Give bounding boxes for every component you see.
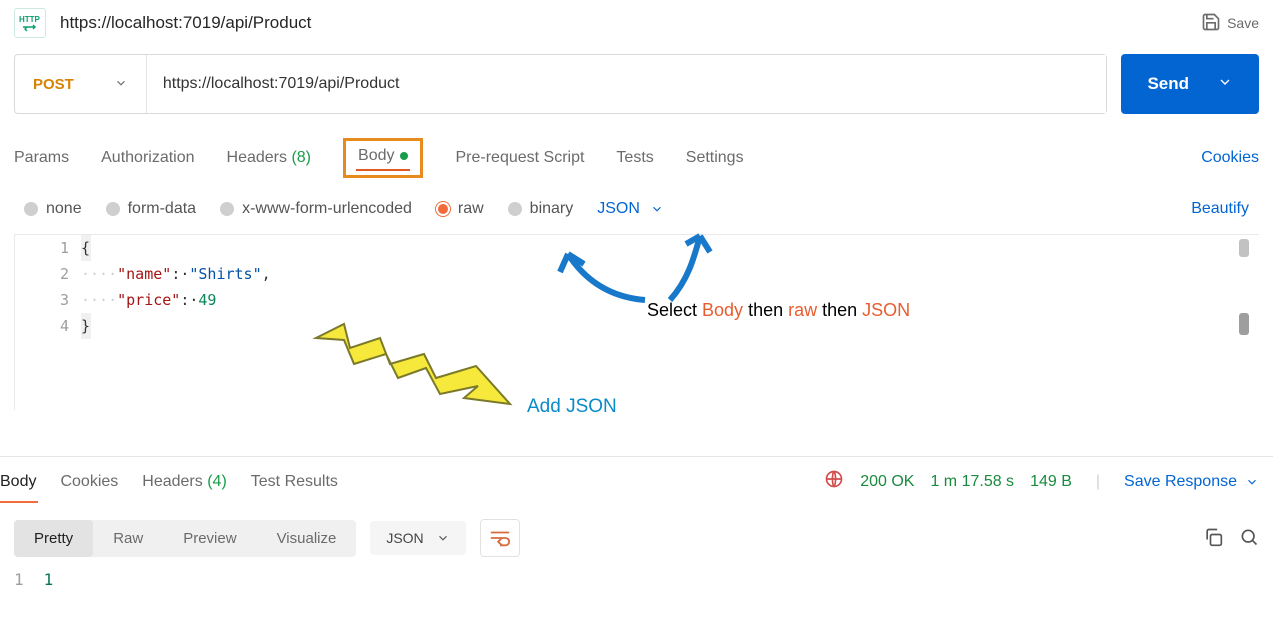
body-type-formdata[interactable]: form-data — [106, 200, 196, 218]
save-button[interactable]: Save — [1201, 12, 1259, 35]
tab-params[interactable]: Params — [14, 149, 69, 167]
chevron-down-icon — [436, 531, 450, 545]
body-lang-select[interactable]: JSON — [597, 200, 664, 218]
response-tab-body[interactable]: Body — [0, 473, 36, 491]
gutter-line: 2 — [15, 261, 81, 287]
scrollbar-thumb[interactable] — [1239, 239, 1249, 257]
response-headers-count: (4) — [207, 473, 227, 490]
view-tab-preview[interactable]: Preview — [163, 520, 256, 557]
headers-count: (8) — [291, 149, 311, 166]
http-method-label: POST — [33, 76, 74, 93]
http-method-select[interactable]: POST — [15, 55, 147, 113]
response-value: 1 — [44, 570, 54, 589]
view-tab-visualize[interactable]: Visualize — [257, 520, 357, 557]
gutter-line: 3 — [15, 287, 81, 313]
svg-text:HTTP: HTTP — [19, 15, 41, 24]
scrollbar-thumb[interactable] — [1239, 313, 1249, 335]
annotation-select-text: Select Body then raw then JSON — [647, 300, 910, 321]
response-tab-tests[interactable]: Test Results — [251, 473, 338, 491]
response-time: 1 m 17.58 s — [930, 473, 1014, 491]
send-button[interactable]: Send — [1121, 54, 1259, 114]
tab-authorization[interactable]: Authorization — [101, 149, 194, 167]
http-method-icon: HTTP — [14, 8, 46, 38]
tab-settings[interactable]: Settings — [686, 149, 744, 167]
view-tab-raw[interactable]: Raw — [93, 520, 163, 557]
gutter-line: 4 — [15, 313, 81, 339]
chevron-down-icon — [1245, 475, 1259, 489]
gutter-line: 1 — [15, 235, 81, 261]
body-type-xwww[interactable]: x-www-form-urlencoded — [220, 200, 412, 218]
response-view-tabs: Pretty Raw Preview Visualize — [14, 520, 356, 557]
tab-body-label: Body — [358, 147, 394, 165]
body-type-none[interactable]: none — [24, 200, 82, 218]
wrap-lines-button[interactable] — [480, 519, 520, 557]
tab-body[interactable]: Body — [343, 138, 423, 178]
annotation-add-json: Add JSON — [527, 396, 617, 418]
chevron-down-icon — [114, 76, 128, 93]
search-response-icon[interactable] — [1239, 527, 1259, 550]
response-tab-headers[interactable]: Headers (4) — [142, 473, 227, 491]
request-tab-title: https://localhost:7019/api/Product — [60, 13, 311, 33]
chevron-down-icon — [650, 202, 664, 216]
tab-headers-label: Headers — [227, 149, 287, 166]
tab-prerequest[interactable]: Pre-request Script — [455, 149, 584, 167]
network-globe-icon[interactable] — [824, 469, 844, 494]
body-type-raw[interactable]: raw — [436, 200, 484, 218]
save-label: Save — [1227, 15, 1259, 31]
body-type-binary[interactable]: binary — [508, 200, 574, 218]
request-body-editor[interactable]: 1 { 2 ····"name":·"Shirts", 3 ····"price… — [14, 234, 1259, 410]
save-response-button[interactable]: Save Response — [1124, 473, 1259, 491]
view-tab-pretty[interactable]: Pretty — [14, 520, 93, 557]
response-size: 149 B — [1030, 473, 1072, 491]
tab-tests[interactable]: Tests — [616, 149, 653, 167]
body-lang-label: JSON — [597, 200, 640, 218]
send-label: Send — [1147, 74, 1189, 94]
response-status: 200 OK — [860, 473, 914, 491]
chevron-down-icon — [1217, 74, 1233, 95]
gutter-line: 1 — [14, 570, 24, 589]
request-url-input[interactable] — [147, 55, 1107, 113]
save-icon — [1201, 12, 1221, 35]
cookies-link[interactable]: Cookies — [1201, 149, 1259, 167]
request-url-bar: POST — [14, 54, 1107, 114]
response-lang-select[interactable]: JSON — [370, 521, 465, 555]
response-body-editor[interactable]: 1 1 — [14, 570, 53, 589]
response-tab-cookies[interactable]: Cookies — [60, 473, 118, 491]
body-active-indicator — [400, 152, 408, 160]
copy-response-icon[interactable] — [1203, 527, 1223, 550]
beautify-button[interactable]: Beautify — [1191, 200, 1249, 218]
tab-headers[interactable]: Headers (8) — [227, 149, 312, 167]
